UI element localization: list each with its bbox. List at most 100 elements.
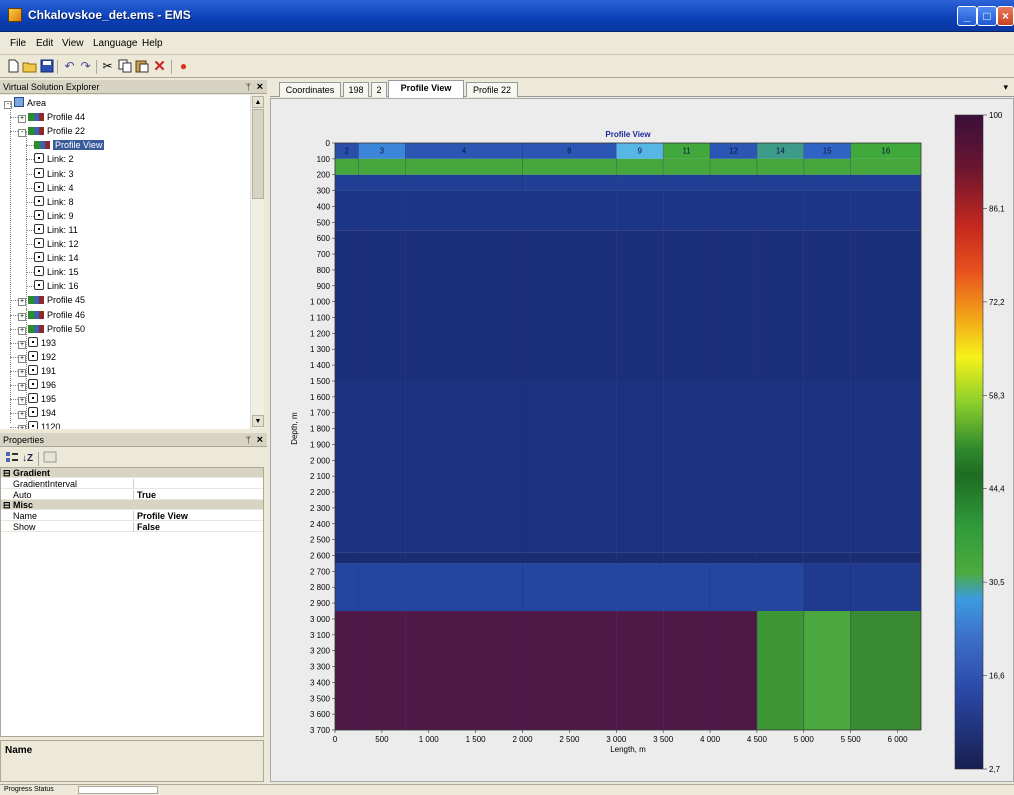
expand-icon[interactable]: +	[18, 354, 26, 363]
property-category[interactable]: ⊟ Gradient	[1, 468, 263, 478]
profile-layer-cell	[710, 552, 757, 564]
y-tick-label: 3 100	[310, 631, 331, 640]
link-node-icon	[28, 350, 38, 361]
redo-icon[interactable]: ↷	[78, 59, 93, 74]
tree-item[interactable]: +194	[18, 406, 56, 420]
alphabetical-icon[interactable]: ↓Z	[20, 451, 35, 466]
expand-icon[interactable]: +	[18, 411, 26, 420]
property-pages-icon[interactable]	[42, 451, 57, 466]
expand-icon[interactable]: +	[18, 115, 26, 124]
close-button[interactable]: ×	[997, 6, 1014, 26]
collapse-icon[interactable]: -	[18, 129, 26, 138]
maximize-button[interactable]: □	[977, 6, 997, 26]
tree-item[interactable]: + Profile 46	[18, 308, 85, 322]
expand-icon[interactable]: +	[18, 397, 26, 406]
delete-icon[interactable]: ✕	[152, 59, 167, 74]
tree-item[interactable]: Profile View	[34, 138, 105, 152]
y-tick-label: 3 300	[310, 663, 331, 672]
menu-language[interactable]: Language	[93, 38, 138, 49]
menu-view[interactable]: View	[62, 38, 84, 49]
tree-connector	[26, 272, 34, 274]
profile-layer-cell	[710, 611, 757, 730]
property-value[interactable]: False	[137, 522, 160, 532]
profile-layer-cell	[405, 158, 523, 175]
tab-profile-view[interactable]: Profile View	[388, 80, 464, 98]
expand-icon[interactable]: +	[18, 383, 26, 391]
tree-item[interactable]: Link: 11	[34, 223, 78, 237]
scroll-down-icon[interactable]: ▼	[252, 415, 264, 427]
scroll-thumb[interactable]	[252, 109, 264, 199]
y-tick-label: 1 400	[310, 361, 331, 370]
property-row[interactable]: Auto True	[1, 489, 263, 500]
property-row[interactable]: Show False	[1, 522, 263, 532]
cut-icon[interactable]: ✂	[100, 59, 115, 74]
collapse-icon[interactable]: ⊟	[3, 468, 11, 478]
tree-item[interactable]: Link: 15	[34, 265, 79, 279]
tree-item[interactable]: - Profile 22	[18, 124, 85, 138]
tree-item[interactable]: Link: 12	[34, 237, 79, 251]
expand-icon[interactable]: +	[18, 298, 26, 307]
tab-coordinates[interactable]: Coordinates	[279, 82, 341, 97]
property-category[interactable]: ⊟ Misc	[1, 500, 263, 511]
minimize-button[interactable]: _	[957, 6, 977, 26]
scroll-up-icon[interactable]: ▲	[252, 96, 264, 108]
menu-help[interactable]: Help	[142, 38, 163, 49]
profile-layer-cell	[358, 563, 406, 612]
expand-icon[interactable]: +	[18, 340, 26, 349]
tree-item[interactable]: +192	[18, 350, 56, 364]
expand-icon[interactable]: +	[18, 425, 26, 429]
tree-item[interactable]: + Profile 45	[18, 293, 85, 307]
tab-2[interactable]: 2	[371, 82, 387, 97]
property-name: Show	[13, 522, 36, 532]
tab-menu-icon[interactable]: ▾	[1003, 82, 1008, 93]
save-icon[interactable]	[39, 59, 54, 74]
tab-198[interactable]: 198	[343, 82, 369, 97]
record-icon[interactable]: ●	[176, 59, 191, 74]
properties-close-icon[interactable]: ×	[257, 433, 263, 447]
menu-file[interactable]: File	[10, 38, 26, 49]
tree-item[interactable]: Link: 9	[34, 209, 74, 223]
tree-item[interactable]: +191	[18, 364, 56, 378]
categorized-icon[interactable]	[4, 451, 19, 466]
explorer-close-icon[interactable]: ×	[257, 80, 263, 94]
expand-icon[interactable]: +	[18, 312, 26, 321]
property-row[interactable]: GradientInterval	[1, 478, 263, 489]
tree-connector	[26, 229, 34, 231]
profile-layer-cell	[756, 611, 804, 730]
area-icon	[14, 97, 24, 107]
tree-item-label: Link: 8	[47, 196, 74, 207]
tree-item[interactable]: Link: 4	[34, 181, 74, 195]
properties-pin-icon[interactable]: ᛘ	[246, 433, 251, 447]
expand-icon[interactable]: +	[18, 326, 26, 335]
expand-icon[interactable]: +	[18, 368, 26, 377]
profile-layer-cell	[405, 380, 523, 553]
property-row[interactable]: Name Profile View	[1, 511, 263, 522]
property-value[interactable]: Profile View	[137, 511, 188, 521]
tree-scrollbar[interactable]: ▲ ▼	[250, 95, 264, 429]
undo-icon[interactable]: ↶	[62, 59, 77, 74]
tree-item[interactable]: + Profile 50	[18, 322, 85, 336]
y-tick-label: 1 600	[310, 393, 331, 402]
tree-item[interactable]: Link: 3	[34, 167, 74, 181]
paste-icon[interactable]	[134, 59, 149, 74]
tree-item[interactable]: +195	[18, 392, 56, 406]
property-value[interactable]: True	[137, 490, 156, 500]
tree-item[interactable]: Link: 16	[34, 279, 79, 293]
tree-item[interactable]: Link: 8	[34, 195, 74, 209]
tree-item[interactable]: Link: 14	[34, 251, 79, 265]
tree-item[interactable]: +196	[18, 378, 56, 392]
application-window: Chkalovskoe_det.ems - EMS _ □ × File Edi…	[0, 0, 1014, 795]
collapse-icon[interactable]: ⊟	[3, 500, 11, 510]
menu-edit[interactable]: Edit	[36, 38, 53, 49]
new-file-icon[interactable]	[6, 59, 21, 74]
colorbar	[954, 114, 984, 770]
tree-item[interactable]: + Profile 44	[18, 110, 85, 124]
tree-item[interactable]: +193	[18, 336, 56, 350]
tab-profile-22[interactable]: Profile 22	[466, 82, 518, 97]
open-folder-icon[interactable]	[22, 59, 37, 74]
tree-item[interactable]: +1120	[18, 420, 60, 429]
explorer-pin-icon[interactable]: ᛘ	[246, 80, 251, 94]
tree-item-label: Link: 2	[47, 154, 74, 165]
copy-icon[interactable]	[117, 59, 132, 74]
tree-item[interactable]: Link: 2	[34, 152, 74, 166]
